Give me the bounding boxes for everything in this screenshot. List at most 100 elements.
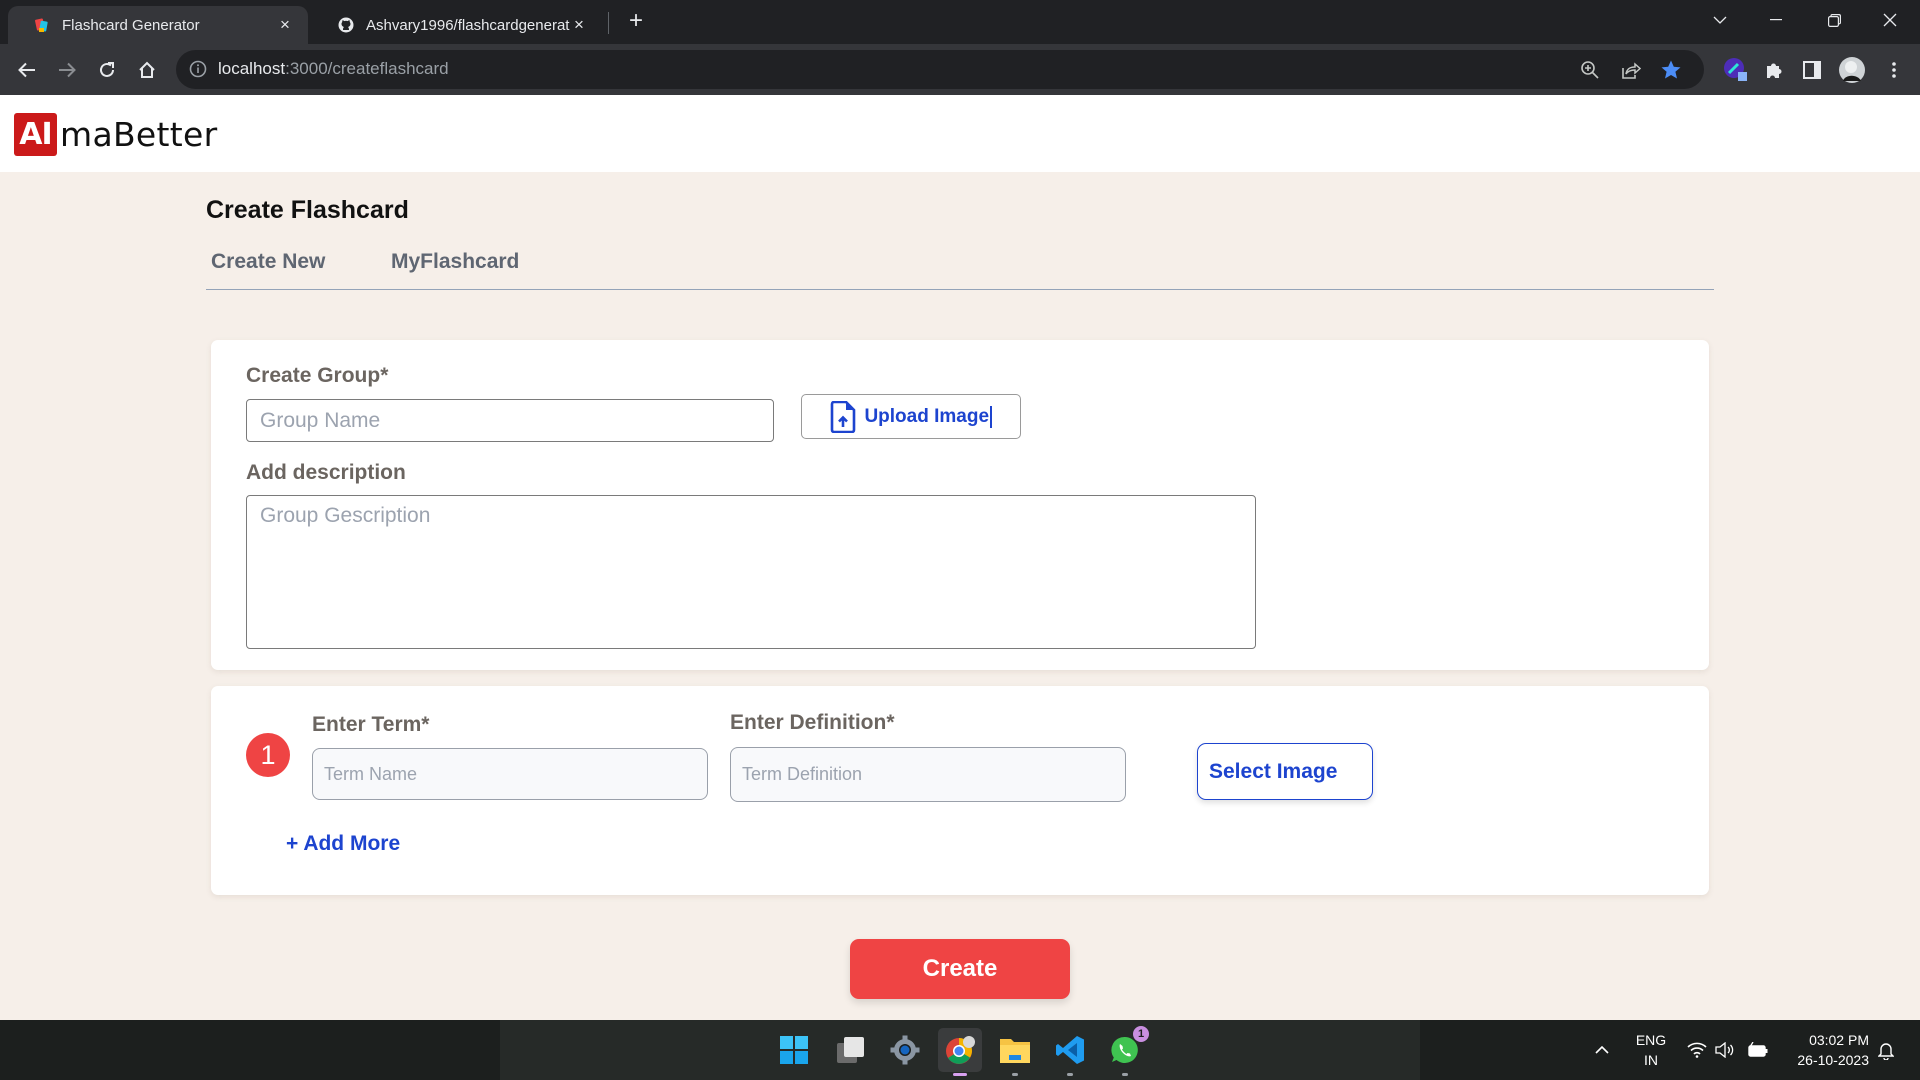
vscode-icon (1056, 1036, 1084, 1064)
home-icon (139, 61, 155, 78)
taskbar-whatsapp[interactable]: 1 (1103, 1026, 1149, 1076)
close-tab-icon[interactable]: × (276, 15, 294, 35)
show-hidden-icons-button[interactable] (1588, 1020, 1616, 1080)
share-button[interactable] (1619, 58, 1643, 82)
tab-create-new[interactable]: Create New (211, 250, 325, 274)
browser-tab-flashcard-generator[interactable]: Flashcard Generator × (8, 6, 308, 44)
term-name-input[interactable]: Term Name (312, 748, 708, 800)
taskbar-start-button[interactable] (772, 1028, 816, 1072)
reload-icon (100, 62, 114, 77)
chevron-down-icon (1713, 16, 1727, 24)
language-code: ENG (1635, 1032, 1667, 1048)
battery-status[interactable] (1744, 1020, 1772, 1080)
profile-button[interactable] (1838, 56, 1866, 84)
running-app-indicator (1122, 1073, 1128, 1076)
battery-charging-icon (1748, 1042, 1768, 1057)
running-app-indicator (1012, 1073, 1018, 1076)
enter-term-label: Enter Term* (312, 713, 430, 736)
add-description-label: Add description (246, 461, 406, 484)
add-more-button[interactable]: + Add More (286, 832, 400, 856)
chevron-up-icon (1595, 1046, 1609, 1054)
term-card: 1 Enter Term* Term Name Enter Definition… (211, 686, 1709, 895)
taskbar-settings[interactable] (883, 1028, 927, 1072)
chrome-menu-button[interactable] (1880, 56, 1908, 84)
minimize-button[interactable] (1748, 0, 1804, 40)
text-caret (990, 405, 992, 428)
almabetter-logo[interactable]: AI maBetter (14, 113, 217, 156)
taskbar-vscode[interactable] (1048, 1028, 1092, 1076)
browser-tab-github[interactable]: Ashvary1996/flashcardgenerator × (312, 6, 602, 44)
term-name-placeholder: Term Name (324, 763, 418, 784)
tab-search-button[interactable] (1692, 0, 1748, 40)
clock-time: 03:02 PM (1809, 1032, 1869, 1048)
active-app-indicator (953, 1073, 967, 1076)
minimize-icon (1770, 19, 1782, 21)
create-button[interactable]: Create (850, 939, 1070, 999)
zoom-in-icon (1581, 61, 1599, 79)
close-tab-icon[interactable]: × (570, 15, 588, 35)
bell-icon (1878, 1042, 1894, 1060)
taskbar-chrome[interactable] (938, 1028, 982, 1076)
region-code: IN (1644, 1052, 1658, 1068)
forward-button[interactable] (51, 54, 83, 86)
address-bar[interactable]: localhost:3000/createflashcard (176, 50, 1704, 89)
taskbar-file-explorer[interactable] (993, 1028, 1037, 1076)
taskbar-task-view[interactable] (828, 1028, 872, 1072)
tab-title: Ashvary1996/flashcardgenerator (366, 16, 570, 34)
side-panel-icon (1803, 61, 1821, 79)
folder-icon (1000, 1039, 1030, 1063)
restore-button[interactable] (1806, 0, 1862, 40)
wifi-status[interactable] (1684, 1020, 1710, 1080)
browser-tab-strip: Flashcard Generator × Ashvary1996/flashc… (0, 0, 1920, 44)
side-panel-button[interactable] (1798, 56, 1826, 84)
bookmark-button[interactable] (1659, 58, 1683, 82)
group-description-textarea[interactable]: Group Gescription (246, 495, 1256, 649)
puzzle-icon (1767, 63, 1782, 78)
url-path: :3000/createflashcard (285, 59, 449, 78)
speaker-icon (1715, 1042, 1734, 1058)
group-name-input[interactable]: Group Name (246, 399, 774, 442)
color-picker-extension-icon (1724, 58, 1747, 81)
select-image-button[interactable]: Select Image (1197, 743, 1373, 800)
site-info-icon[interactable] (188, 59, 208, 79)
settings-gear-icon (890, 1035, 920, 1065)
logo-text: maBetter (60, 115, 218, 154)
notification-center-button[interactable] (1873, 1020, 1899, 1080)
reload-button[interactable] (91, 54, 123, 86)
group-name-placeholder: Group Name (260, 408, 381, 432)
upload-image-button[interactable]: Upload Image (801, 394, 1021, 439)
back-button[interactable] (11, 54, 43, 86)
star-filled-icon (1661, 60, 1681, 79)
url-host: localhost (218, 59, 286, 78)
tab-my-flashcard[interactable]: MyFlashcard (391, 250, 519, 274)
avatar (1839, 57, 1865, 83)
url-text[interactable]: localhost:3000/createflashcard (218, 59, 449, 79)
logo-mark: AI (14, 113, 57, 156)
wifi-icon (1687, 1042, 1707, 1058)
tab-title: Flashcard Generator (62, 16, 200, 34)
share-icon (1622, 62, 1641, 79)
upload-image-label: Upload Image (864, 405, 990, 427)
flashcard-favicon (35, 18, 48, 32)
browser-toolbar: localhost:3000/createflashcard (0, 44, 1920, 95)
page-title: Create Flashcard (206, 196, 409, 224)
group-card: Create Group* Group Name Upload Image Ad… (211, 340, 1709, 670)
new-tab-button[interactable]: + (624, 7, 648, 35)
running-app-indicator (1067, 1073, 1073, 1076)
windows-taskbar: 1 ENG IN 03:02 PM 26-10-2023 (0, 1020, 1920, 1080)
windows-start-icon (780, 1036, 808, 1064)
language-indicator[interactable]: ENG IN (1633, 1030, 1669, 1070)
enter-definition-label: Enter Definition* (730, 711, 895, 734)
zoom-indicator[interactable] (1578, 58, 1602, 82)
volume-status[interactable] (1712, 1020, 1738, 1080)
task-view-icon (837, 1037, 864, 1063)
tab-separator (608, 12, 609, 34)
extensions-button[interactable] (1760, 56, 1788, 84)
term-definition-input[interactable]: Term Definition (730, 747, 1126, 802)
home-button[interactable] (131, 54, 163, 86)
close-window-button[interactable] (1862, 0, 1918, 40)
more-vertical-icon (1892, 62, 1896, 78)
system-clock[interactable]: 03:02 PM 26-10-2023 (1783, 1030, 1869, 1070)
group-description-placeholder: Group Gescription (260, 504, 431, 527)
extension-colorpicker-button[interactable] (1722, 56, 1750, 84)
